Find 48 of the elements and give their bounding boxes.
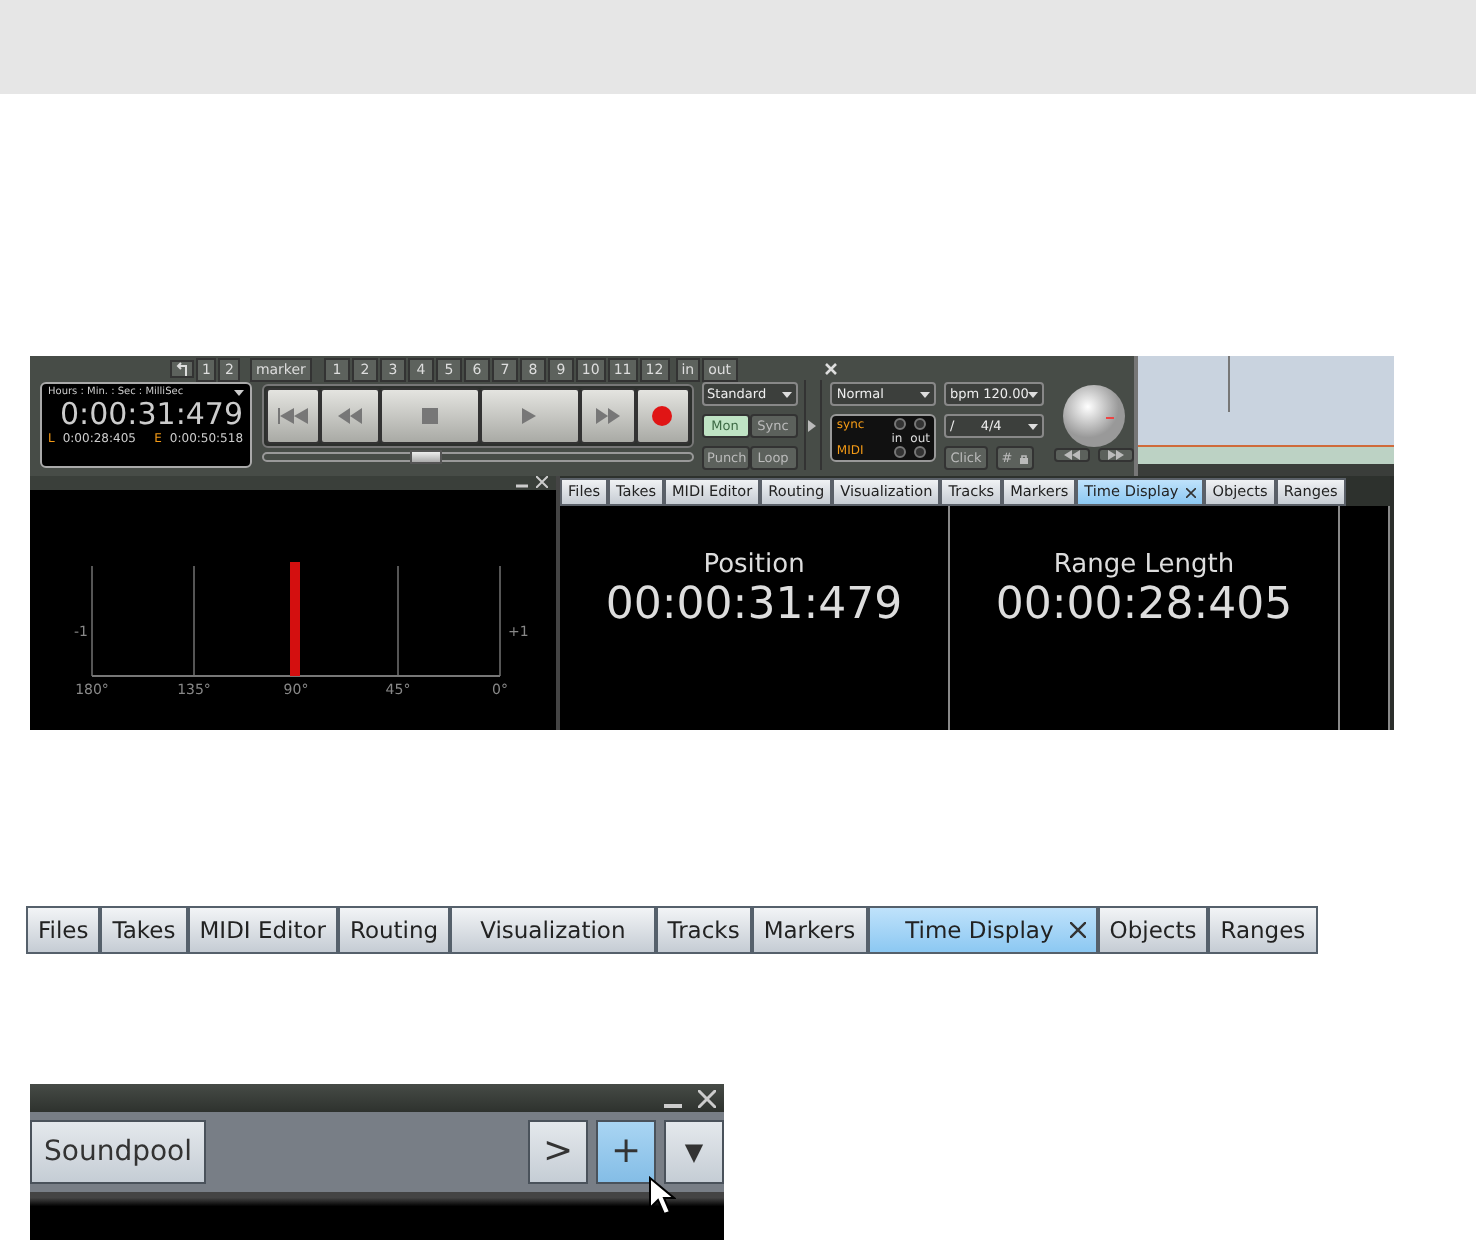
menu-button[interactable]: ▼ [664, 1120, 724, 1184]
panel-tab[interactable]: Visualization [450, 906, 656, 954]
rewind-icon [337, 408, 362, 424]
display-label: Position [701, 550, 807, 580]
lock-icon [1020, 453, 1029, 463]
panel-tab[interactable]: Objects [1097, 906, 1209, 954]
panel-tab[interactable]: Files [26, 906, 101, 954]
close-icon[interactable] [1186, 487, 1197, 497]
dropdown-arrow-icon [920, 391, 930, 397]
panel-tab[interactable]: Ranges [1208, 906, 1318, 954]
return-button[interactable] [170, 360, 194, 378]
time-readout: 0:00:31:479 [60, 398, 244, 432]
expand-arrow-icon[interactable] [808, 419, 817, 431]
nudge-right-button[interactable] [1098, 448, 1134, 462]
dropdown-arrow-icon [1027, 423, 1038, 429]
close-icon[interactable] [1069, 922, 1086, 938]
panel-tab[interactable]: MIDI Editor [187, 906, 338, 954]
panel-tab[interactable]: Routing [338, 906, 451, 954]
dropdown-arrow-icon [781, 391, 792, 397]
nudge-left-button[interactable] [1054, 448, 1090, 462]
panel-tab[interactable]: Markers [751, 906, 868, 954]
fast-forward-icon [595, 408, 620, 424]
add-button[interactable]: + [596, 1120, 656, 1184]
soundpool-tab[interactable]: Soundpool [30, 1120, 206, 1184]
slider-thumb[interactable] [409, 450, 442, 464]
return-arrow-icon [176, 362, 188, 376]
next-button[interactable]: > [528, 1120, 588, 1184]
stop-icon [421, 408, 438, 424]
play-icon [522, 408, 537, 424]
dropdown-arrow-icon[interactable] [233, 389, 244, 395]
stop-button[interactable] [379, 388, 480, 444]
display-value: 00:00:28:405 [993, 580, 1295, 630]
dropdown-arrow-icon [1028, 391, 1039, 397]
skip-back-icon [277, 408, 308, 424]
record-button[interactable] [635, 388, 690, 444]
skip-back-button[interactable] [265, 388, 320, 444]
knob-drawing[interactable] [1062, 384, 1126, 448]
position-slider[interactable] [261, 452, 694, 462]
rewind-button[interactable] [319, 388, 380, 444]
panel-tab[interactable]: Tracks [655, 906, 752, 954]
fast-forward-button[interactable] [579, 388, 636, 444]
display-value: 00:00:31:479 [603, 580, 905, 630]
panel-tab[interactable]: Takes [100, 906, 188, 954]
mouse-cursor-icon [648, 1176, 676, 1216]
display-label: Range Length [1051, 550, 1237, 580]
play-button[interactable] [479, 388, 580, 444]
record-icon [652, 406, 673, 426]
panel-tab[interactable]: Time Display [867, 906, 1098, 954]
